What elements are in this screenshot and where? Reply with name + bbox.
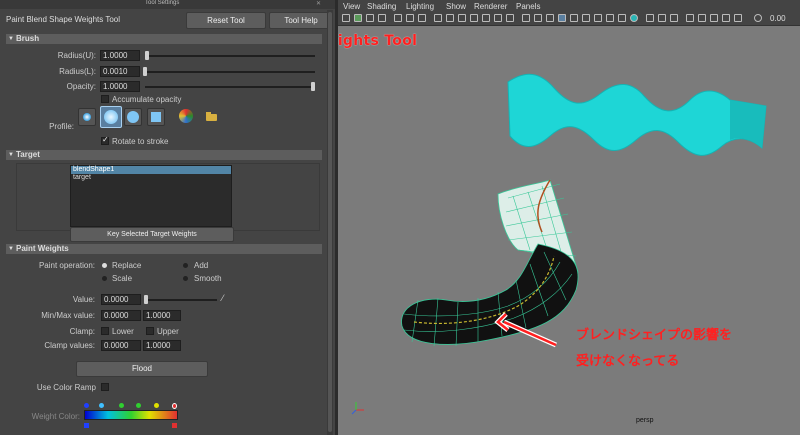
panel-scrollbar[interactable]	[327, 10, 333, 435]
blendshape-wire-mesh	[401, 179, 579, 347]
radius-u-field[interactable]: 1.0000	[100, 50, 140, 61]
replace-radio[interactable]	[102, 263, 107, 268]
annotation-note-line1: ブレンドシェイプの影響を	[576, 328, 733, 343]
clamp-values-label: Clamp values:	[44, 341, 95, 350]
opacity-field[interactable]: 1.0000	[100, 81, 140, 92]
scale-label: Scale	[112, 274, 133, 283]
image-profile-icon[interactable]	[178, 108, 196, 126]
square-profile-icon[interactable]	[147, 108, 165, 126]
target-section-title: Target	[16, 150, 40, 159]
radius-u-label: Radius(U):	[57, 51, 96, 60]
target-list[interactable]: blendShape1 target	[70, 165, 232, 227]
paint-operation-label: Paint operation:	[38, 261, 95, 270]
tool-settings-titlebar: Tool Settings ✕	[0, 0, 335, 9]
clamp-lower-label: Lower	[112, 327, 134, 336]
accumulate-opacity-label: Accumulate opacity	[112, 95, 182, 104]
opacity-label: Opacity:	[66, 82, 96, 91]
rotate-to-stroke-checkbox[interactable]	[101, 135, 109, 145]
clamp-upper-label: Upper	[157, 327, 179, 336]
solid-profile-icon[interactable]	[124, 108, 142, 126]
value-field[interactable]: 0.0000	[101, 294, 141, 305]
value-slider[interactable]	[145, 299, 217, 301]
key-selected-target-weights-button[interactable]: Key Selected Target Weights	[70, 227, 234, 242]
clamp-label: Clamp:	[69, 327, 95, 336]
clamp-max-field[interactable]: 1.0000	[143, 340, 181, 351]
soft-profile-icon[interactable]	[100, 106, 122, 128]
smooth-label: Smooth	[194, 274, 222, 283]
viewport[interactable]: View Shading Lighting Show Renderer Pane…	[338, 0, 800, 435]
rotate-to-stroke-label: Rotate to stroke	[112, 137, 169, 146]
clamp-min-field[interactable]: 0.0000	[101, 340, 141, 351]
brush-section-header[interactable]: ▼ Brush	[6, 34, 322, 44]
folder-icon[interactable]	[206, 112, 218, 122]
radius-u-slider-thumb[interactable]	[145, 51, 149, 60]
accumulate-opacity-checkbox[interactable]	[101, 95, 109, 103]
radius-l-slider-thumb[interactable]	[143, 67, 147, 76]
value-slider-thumb[interactable]	[144, 295, 148, 304]
clamp-lower-checkbox[interactable]	[101, 327, 109, 335]
radius-l-label: Radius(L):	[59, 67, 96, 76]
use-color-ramp-checkbox[interactable]	[101, 383, 109, 391]
viewport-scene	[351, 73, 767, 415]
tool-name: Paint Blend Shape Weights Tool	[6, 15, 121, 24]
tool-settings-panel: Tool Settings ✕ Paint Blend Shape Weight…	[0, 0, 335, 435]
paint-weights-section-title: Paint Weights	[16, 244, 69, 253]
reset-tool-button[interactable]: Reset Tool	[186, 12, 266, 29]
paint-weights-section-header[interactable]: ▼ Paint Weights	[6, 244, 322, 254]
close-icon[interactable]: ✕	[316, 0, 321, 7]
axis-gizmo	[351, 402, 364, 415]
scrollbar-thumb[interactable]	[328, 12, 332, 432]
gaussian-profile-icon[interactable]	[78, 108, 96, 126]
list-item[interactable]: target	[71, 174, 231, 182]
collapse-arrow-icon: ▼	[8, 246, 14, 252]
profile-label: Profile:	[49, 122, 74, 131]
max-value-field[interactable]: 1.0000	[143, 310, 181, 321]
weight-color-label: Weight Color:	[31, 412, 80, 421]
radius-l-slider[interactable]	[145, 71, 315, 73]
brush-section-title: Brush	[16, 34, 40, 43]
radius-l-field[interactable]: 0.0010	[100, 66, 140, 77]
value-label: Value:	[72, 295, 95, 304]
collapse-arrow-icon: ▼	[8, 36, 14, 42]
weight-color-ramp[interactable]	[84, 403, 178, 433]
wave-mesh	[507, 73, 767, 156]
opacity-slider-thumb[interactable]	[311, 82, 315, 91]
min-max-label: Min/Max value:	[41, 311, 95, 320]
annotation-note-line2: 受けなくなってる	[576, 354, 680, 369]
collapse-arrow-icon: ▼	[8, 152, 14, 158]
scale-radio[interactable]	[102, 276, 107, 281]
camera-label: persp	[636, 417, 654, 424]
tool-settings-title: Tool Settings	[145, 0, 180, 6]
opacity-slider[interactable]	[145, 86, 315, 88]
list-item[interactable]: blendShape1	[71, 166, 231, 174]
target-section-header[interactable]: ▼ Target	[6, 150, 322, 160]
smooth-radio[interactable]	[183, 276, 188, 281]
flood-button[interactable]: Flood	[76, 361, 208, 377]
tool-help-button[interactable]: Tool Help	[269, 12, 333, 29]
eyedropper-icon[interactable]: ⁄	[222, 293, 224, 303]
radius-u-slider[interactable]	[145, 55, 315, 57]
min-value-field[interactable]: 0.0000	[101, 310, 141, 321]
add-label: Add	[194, 261, 209, 270]
clamp-upper-checkbox[interactable]	[146, 327, 154, 335]
tool-title-annotation: Paint Blend Shape Weights Tool	[338, 33, 418, 49]
add-radio[interactable]	[183, 263, 188, 268]
replace-label: Replace	[112, 261, 142, 270]
use-color-ramp-label: Use Color Ramp	[36, 383, 96, 392]
